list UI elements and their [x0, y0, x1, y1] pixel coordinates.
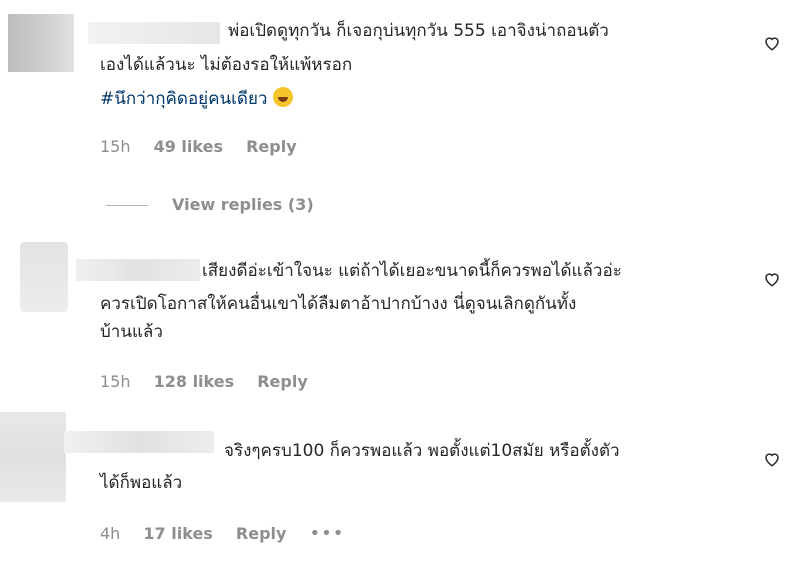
- comment-text: จริงๆครบ100 ก็ควรพอแล้ว พอตั้งแต่10สมัย …: [224, 438, 764, 464]
- comment-meta: 15h 128 likes Reply: [100, 372, 326, 391]
- comment-meta: 4h 17 likes Reply •••: [100, 523, 362, 544]
- comment-line: เสียงดีอ่ะเข้าใจนะ แต่ถ้าได้เยอะขนาดนี้ก…: [202, 261, 622, 281]
- divider-line: [106, 205, 148, 206]
- reply-button[interactable]: Reply: [246, 137, 297, 156]
- comment-3: จริงๆครบ100 ก็ควรพอแล้ว พอตั้งแต่10สมัย …: [0, 400, 800, 573]
- hashtag-link[interactable]: #นึกว่ากุคิดอยู่คนเดียว: [100, 89, 267, 109]
- comment-line: ได้ก็พอแล้ว: [100, 473, 183, 493]
- comment-text-cont: ควรเปิดโอกาสให้คนอื่นเขาได้ลืมตาอ้าปากบ้…: [100, 290, 760, 346]
- view-replies-button[interactable]: View replies (3): [106, 195, 314, 214]
- comment-text-cont: เองได้แล้วนะ ไม่ต้องรอให้แพ้หรอก #นึกว่า…: [100, 52, 760, 112]
- likes-count[interactable]: 128 likes: [154, 372, 235, 391]
- avatar[interactable]: [20, 242, 68, 312]
- timestamp[interactable]: 15h: [100, 137, 131, 156]
- username-blurred[interactable]: [76, 259, 200, 281]
- avatar[interactable]: [8, 14, 74, 72]
- comment-line: จริงๆครบ100 ก็ควรพอแล้ว พอตั้งแต่10สมัย …: [224, 441, 620, 461]
- heart-icon[interactable]: [763, 34, 781, 52]
- timestamp[interactable]: 4h: [100, 524, 120, 543]
- comment-text: พ่อเปิดดูทุกวัน ก็เจอกุบ่นทุกวัน 555 เอา…: [228, 18, 768, 44]
- comment-meta: 15h 49 likes Reply: [100, 137, 315, 156]
- heart-icon[interactable]: [763, 270, 781, 288]
- timestamp[interactable]: 15h: [100, 372, 131, 391]
- comment-text-cont: ได้ก็พอแล้ว: [100, 470, 760, 496]
- reply-button[interactable]: Reply: [257, 372, 308, 391]
- heart-icon[interactable]: [763, 450, 781, 468]
- likes-count[interactable]: 49 likes: [154, 137, 223, 156]
- username-blurred[interactable]: [88, 22, 220, 44]
- username-blurred[interactable]: [64, 431, 214, 453]
- comment-line: บ้านแล้ว: [100, 322, 163, 342]
- comment-text: เสียงดีอ่ะเข้าใจนะ แต่ถ้าได้เยอะขนาดนี้ก…: [202, 258, 772, 284]
- comment-line: ควรเปิดโอกาสให้คนอื่นเขาได้ลืมตาอ้าปากบ้…: [100, 294, 577, 314]
- more-options-button[interactable]: •••: [310, 523, 345, 544]
- avatar[interactable]: [0, 412, 66, 502]
- comment-line: พ่อเปิดดูทุกวัน ก็เจอกุบ่นทุกวัน 555 เอา…: [228, 21, 609, 41]
- likes-count[interactable]: 17 likes: [143, 524, 212, 543]
- reply-button[interactable]: Reply: [236, 524, 287, 543]
- laughing-emoji-icon: [273, 87, 294, 107]
- comment-line: เองได้แล้วนะ ไม่ต้องรอให้แพ้หรอก: [100, 55, 353, 75]
- comment-1: พ่อเปิดดูทุกวัน ก็เจอกุบ่นทุกวัน 555 เอา…: [0, 0, 800, 230]
- view-replies-label: View replies (3): [172, 195, 314, 214]
- comment-2: เสียงดีอ่ะเข้าใจนะ แต่ถ้าได้เยอะขนาดนี้ก…: [0, 230, 800, 400]
